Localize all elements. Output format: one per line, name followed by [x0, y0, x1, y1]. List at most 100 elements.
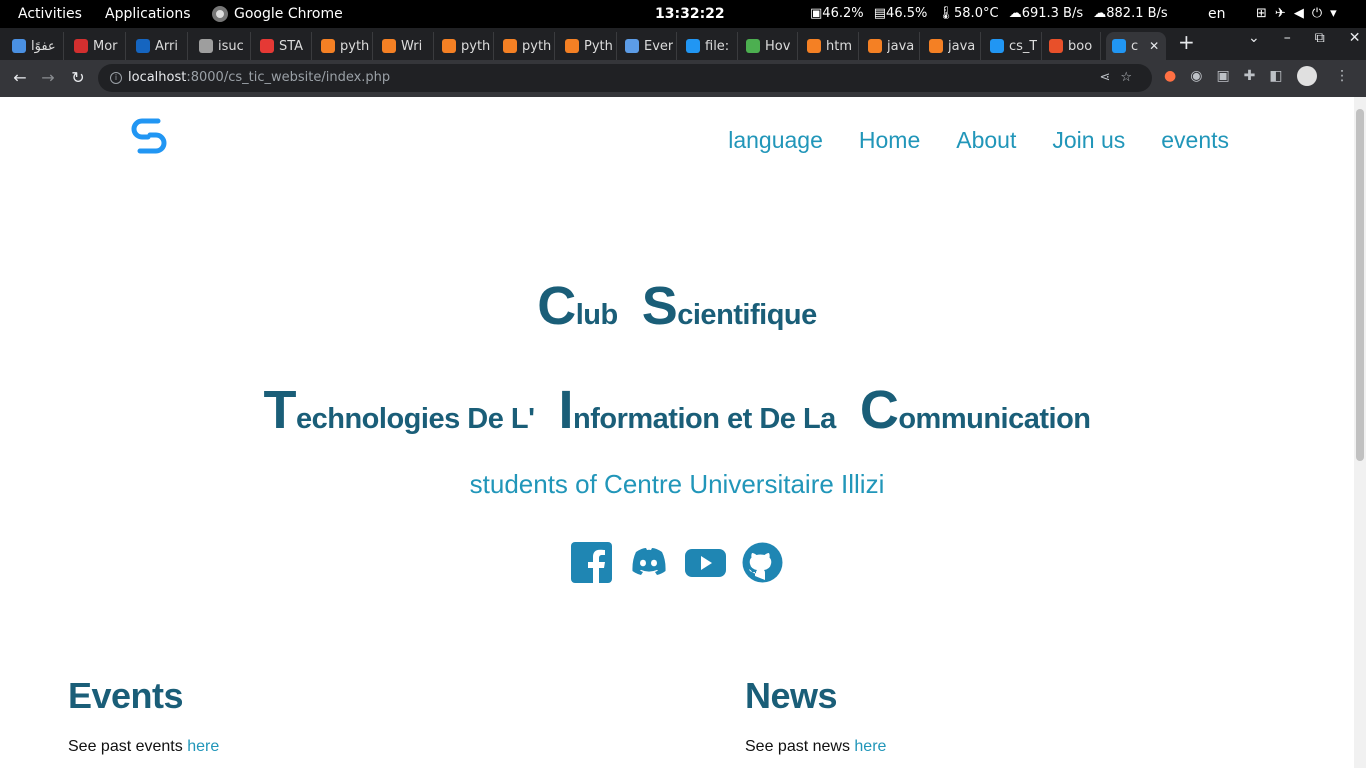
facebook-icon[interactable]: [571, 542, 612, 583]
tab-title: Ever: [644, 38, 674, 54]
tab-title: pyth: [340, 38, 370, 54]
tab-title: file:: [705, 38, 730, 54]
browser-tab[interactable]: cs_T: [984, 32, 1042, 60]
browser-tab[interactable]: Mor: [68, 32, 126, 60]
side-panel-icon[interactable]: ◧: [1269, 68, 1296, 84]
browser-tab[interactable]: Pyth: [559, 32, 617, 60]
tab-title: Wri: [401, 38, 423, 54]
browser-tab[interactable]: Hov: [740, 32, 798, 60]
hero-title-line1: Club Scientifique: [0, 275, 1354, 337]
menu-kebab-icon[interactable]: ⋮: [1335, 68, 1363, 84]
address-bar[interactable]: i localhost:8000/cs_tic_website/index.php…: [98, 64, 1152, 92]
extensions-puzzle-icon[interactable]: ✚: [1244, 68, 1270, 84]
tab-favicon-icon: [74, 39, 88, 53]
events-here-link[interactable]: here: [187, 738, 219, 755]
browser-tab[interactable]: pyth: [436, 32, 494, 60]
events-heading: Events: [68, 675, 184, 716]
system-top-bar: Activities Applications Google Chrome 13…: [0, 0, 1366, 28]
hero-subtitle: students of Centre Universitaire Illizi: [469, 469, 885, 499]
nav-home[interactable]: Home: [859, 127, 920, 154]
site-logo[interactable]: [128, 115, 170, 161]
discord-icon[interactable]: [628, 542, 669, 583]
site-info-icon[interactable]: i: [110, 71, 122, 84]
hero-initial: I: [558, 380, 574, 440]
tab-title: Arri: [155, 38, 178, 54]
applications-menu[interactable]: Applications: [105, 0, 191, 28]
extension-a-icon[interactable]: ▣: [1216, 68, 1243, 84]
news-here-link[interactable]: here: [854, 738, 886, 755]
tab-favicon-icon: [625, 39, 639, 53]
clock[interactable]: 13:32:22: [655, 0, 725, 28]
tab-search-icon[interactable]: ⌄: [1248, 30, 1284, 46]
reload-button[interactable]: ↻: [66, 66, 90, 90]
nav-join-us[interactable]: Join us: [1052, 127, 1125, 154]
tab-title: isuc: [218, 38, 244, 54]
nav-language[interactable]: language: [728, 127, 823, 154]
browser-tab[interactable]: boo: [1043, 32, 1101, 60]
browser-tab[interactable]: java: [923, 32, 981, 60]
browser-tab[interactable]: pyth: [315, 32, 373, 60]
tab-strip: عفوًا Mor Arri isuc STA pyth Wri pyth pyth Pyth Ev…: [0, 28, 1366, 60]
hero-word: cientifique: [677, 299, 817, 331]
activities-button[interactable]: Activities: [18, 0, 82, 28]
tab-title: c: [1131, 38, 1139, 54]
maximize-icon[interactable]: ⧉: [1315, 30, 1349, 46]
browser-tab[interactable]: htm: [801, 32, 859, 60]
scrollbar-thumb[interactable]: [1356, 109, 1364, 461]
active-app-indicator[interactable]: Google Chrome: [212, 0, 343, 28]
tab-favicon-icon: [1112, 39, 1126, 53]
system-tray[interactable]: ⊞✈◀⏻▾: [1256, 0, 1345, 28]
github-icon[interactable]: [742, 542, 783, 583]
tab-close-icon[interactable]: ✕: [1149, 39, 1159, 53]
browser-tab[interactable]: c ✕: [1106, 32, 1166, 60]
browser-tab[interactable]: Ever: [619, 32, 677, 60]
browser-tab[interactable]: isuc: [193, 32, 251, 60]
browser-tab[interactable]: Wri: [376, 32, 434, 60]
network-icon: ⊞: [1256, 6, 1275, 21]
youtube-icon[interactable]: [685, 542, 726, 583]
chevron-down-icon: ▾: [1330, 6, 1345, 21]
browser-tab[interactable]: file:: [680, 32, 738, 60]
nav-about[interactable]: About: [956, 127, 1016, 154]
system-stats: ▣46.2% ▤46.5% 🌡58.0°C ☁691.3 B/s ☁882.1 …: [810, 0, 1174, 28]
bookmark-star-icon[interactable]: ☆: [1120, 70, 1142, 85]
chrome-icon: [212, 6, 228, 22]
hero-title-line2: Technologies De L' Information et De La Co…: [0, 379, 1354, 441]
browser-tab[interactable]: java: [862, 32, 920, 60]
profile-avatar[interactable]: [1296, 66, 1317, 86]
volume-icon: ◀: [1293, 6, 1312, 21]
memory-stat: ▤46.5%: [873, 6, 928, 21]
nav-events[interactable]: events: [1161, 127, 1229, 154]
keyboard-layout[interactable]: en: [1208, 0, 1226, 28]
tab-favicon-icon: [382, 39, 396, 53]
hero-initial: C: [859, 380, 899, 440]
close-window-icon[interactable]: ✕: [1349, 30, 1366, 46]
page-scrollbar[interactable]: [1354, 97, 1366, 768]
minimize-icon[interactable]: –: [1284, 30, 1315, 46]
tab-favicon-icon: [260, 39, 274, 53]
cpu-stat: ▣46.2%: [810, 6, 864, 21]
browser-tab[interactable]: Arri: [130, 32, 188, 60]
share-icon[interactable]: ⋖: [1099, 70, 1120, 85]
extension-shield-icon[interactable]: ◉: [1190, 68, 1216, 84]
tab-favicon-icon: [1049, 39, 1063, 53]
browser-toolbar: ← → ↻ i localhost:8000/cs_tic_website/ind…: [0, 60, 1366, 97]
browser-tab[interactable]: STA: [254, 32, 312, 60]
extension-fire-icon[interactable]: ●: [1164, 68, 1190, 84]
url-path: :8000/cs_tic_website/index.php: [186, 70, 391, 85]
hero-word: ommunication: [898, 403, 1091, 435]
browser-tab[interactable]: pyth: [497, 32, 555, 60]
upload-stat: ☁691.3 B/s: [1008, 6, 1084, 21]
browser-tab[interactable]: عفوًا: [6, 32, 64, 60]
tab-favicon-icon: [746, 39, 760, 53]
tab-favicon-icon: [442, 39, 456, 53]
forward-button[interactable]: →: [36, 66, 60, 90]
new-tab-button[interactable]: +: [1178, 30, 1195, 54]
tab-favicon-icon: [990, 39, 1004, 53]
news-heading: News: [745, 675, 838, 716]
tab-favicon-icon: [807, 39, 821, 53]
back-button[interactable]: ←: [8, 66, 32, 90]
hero-word: lub: [575, 299, 619, 331]
tab-title: htm: [826, 38, 852, 54]
tab-title: cs_T: [1009, 38, 1038, 54]
